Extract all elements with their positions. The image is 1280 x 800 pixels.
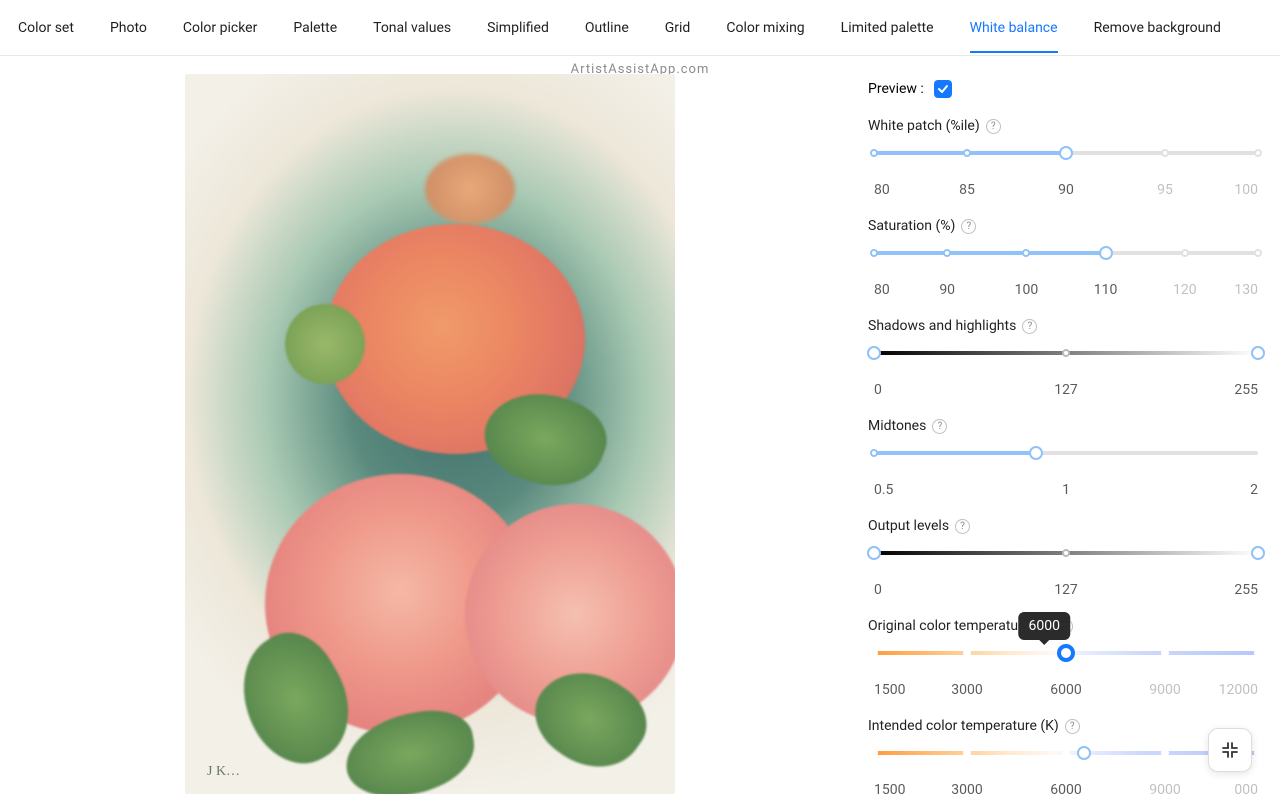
saturation-label: Saturation (%) — [868, 218, 955, 234]
slider-mark: 0 — [874, 582, 882, 598]
slider-mark: 9000 — [1149, 682, 1180, 698]
slider-mark: 12000 — [1219, 682, 1258, 698]
slider-mark: 0 — [874, 382, 882, 398]
slider-mark: 100 — [1234, 182, 1258, 198]
slider-mark: 3000 — [951, 782, 982, 798]
fullscreen-button[interactable] — [1208, 728, 1252, 772]
slider-mark: 80 — [874, 282, 890, 298]
shadows-label: Shadows and highlights — [868, 318, 1016, 334]
orig-temp-tooltip: 6000 — [1019, 612, 1070, 640]
saturation-slider[interactable] — [868, 246, 1264, 282]
slider-mark: 110 — [1094, 282, 1118, 298]
slider-mark: 127 — [1054, 582, 1078, 598]
preview-checkbox[interactable] — [934, 80, 952, 98]
tab-remove-background[interactable]: Remove background — [1094, 4, 1221, 52]
tab-simplified[interactable]: Simplified — [487, 4, 549, 52]
help-icon[interactable]: ? — [961, 219, 976, 234]
slider-mark: 90 — [1058, 182, 1074, 198]
intend-temp-label: Intended color temperature (K) — [868, 718, 1059, 734]
slider-mark: 255 — [1234, 382, 1258, 398]
slider-mark: 120 — [1173, 282, 1197, 298]
slider-mark: 3000 — [951, 682, 982, 698]
slider-mark: 1500 — [874, 682, 905, 698]
slider-mark: 95 — [1157, 182, 1173, 198]
help-icon[interactable]: ? — [1065, 719, 1080, 734]
tab-color-set[interactable]: Color set — [18, 4, 74, 52]
tab-palette[interactable]: Palette — [293, 4, 337, 52]
slider-mark: 100 — [1015, 282, 1039, 298]
slider-mark: 0.5 — [874, 482, 893, 498]
slider-mark: 127 — [1054, 382, 1078, 398]
output-slider[interactable] — [868, 546, 1264, 582]
midtones-label: Midtones — [868, 418, 926, 434]
tab-tonal-values[interactable]: Tonal values — [373, 4, 451, 52]
image-panel: J K… — [0, 56, 860, 800]
slider-mark: 1500 — [874, 782, 905, 798]
slider-mark: 255 — [1234, 582, 1258, 598]
collapse-icon — [1221, 741, 1239, 759]
white-patch-label: White patch (%ile) — [868, 118, 980, 134]
help-icon[interactable]: ? — [1022, 319, 1037, 334]
shadows-slider[interactable] — [868, 346, 1264, 382]
white-patch-slider[interactable] — [868, 146, 1264, 182]
slider-mark: 1 — [1062, 482, 1070, 498]
intend-temp-slider[interactable] — [868, 746, 1264, 782]
tab-outline[interactable]: Outline — [585, 4, 629, 52]
slider-mark: 130 — [1234, 282, 1258, 298]
slider-mark: 000 — [1234, 782, 1258, 798]
tab-color-picker[interactable]: Color picker — [183, 4, 257, 52]
tab-grid[interactable]: Grid — [665, 4, 691, 52]
slider-mark: 2 — [1250, 482, 1258, 498]
slider-mark: 9000 — [1149, 782, 1180, 798]
slider-mark: 85 — [959, 182, 975, 198]
slider-mark: 6000 — [1050, 682, 1081, 698]
help-icon[interactable]: ? — [986, 119, 1001, 134]
midtones-slider[interactable] — [868, 446, 1264, 482]
slider-mark: 6000 — [1050, 782, 1081, 798]
orig-temp-slider[interactable] — [868, 646, 1264, 682]
preview-label: Preview : — [868, 81, 924, 97]
help-icon[interactable]: ? — [955, 519, 970, 534]
controls-panel: Preview : White patch (%ile) ? 80 85 90 95 1… — [860, 56, 1280, 800]
help-icon[interactable]: ? — [932, 419, 947, 434]
output-label: Output levels — [868, 518, 949, 534]
tab-white-balance[interactable]: White balance — [970, 4, 1058, 52]
tab-photo[interactable]: Photo — [110, 4, 147, 52]
preview-image: J K… — [185, 74, 675, 794]
artist-signature: J K… — [207, 764, 240, 780]
slider-mark: 90 — [939, 282, 955, 298]
tab-color-mixing[interactable]: Color mixing — [726, 4, 804, 52]
slider-mark: 80 — [874, 182, 890, 198]
tab-bar: Color set Photo Color picker Palette Tonal v… — [0, 0, 1280, 56]
tab-limited-palette[interactable]: Limited palette — [841, 4, 934, 52]
